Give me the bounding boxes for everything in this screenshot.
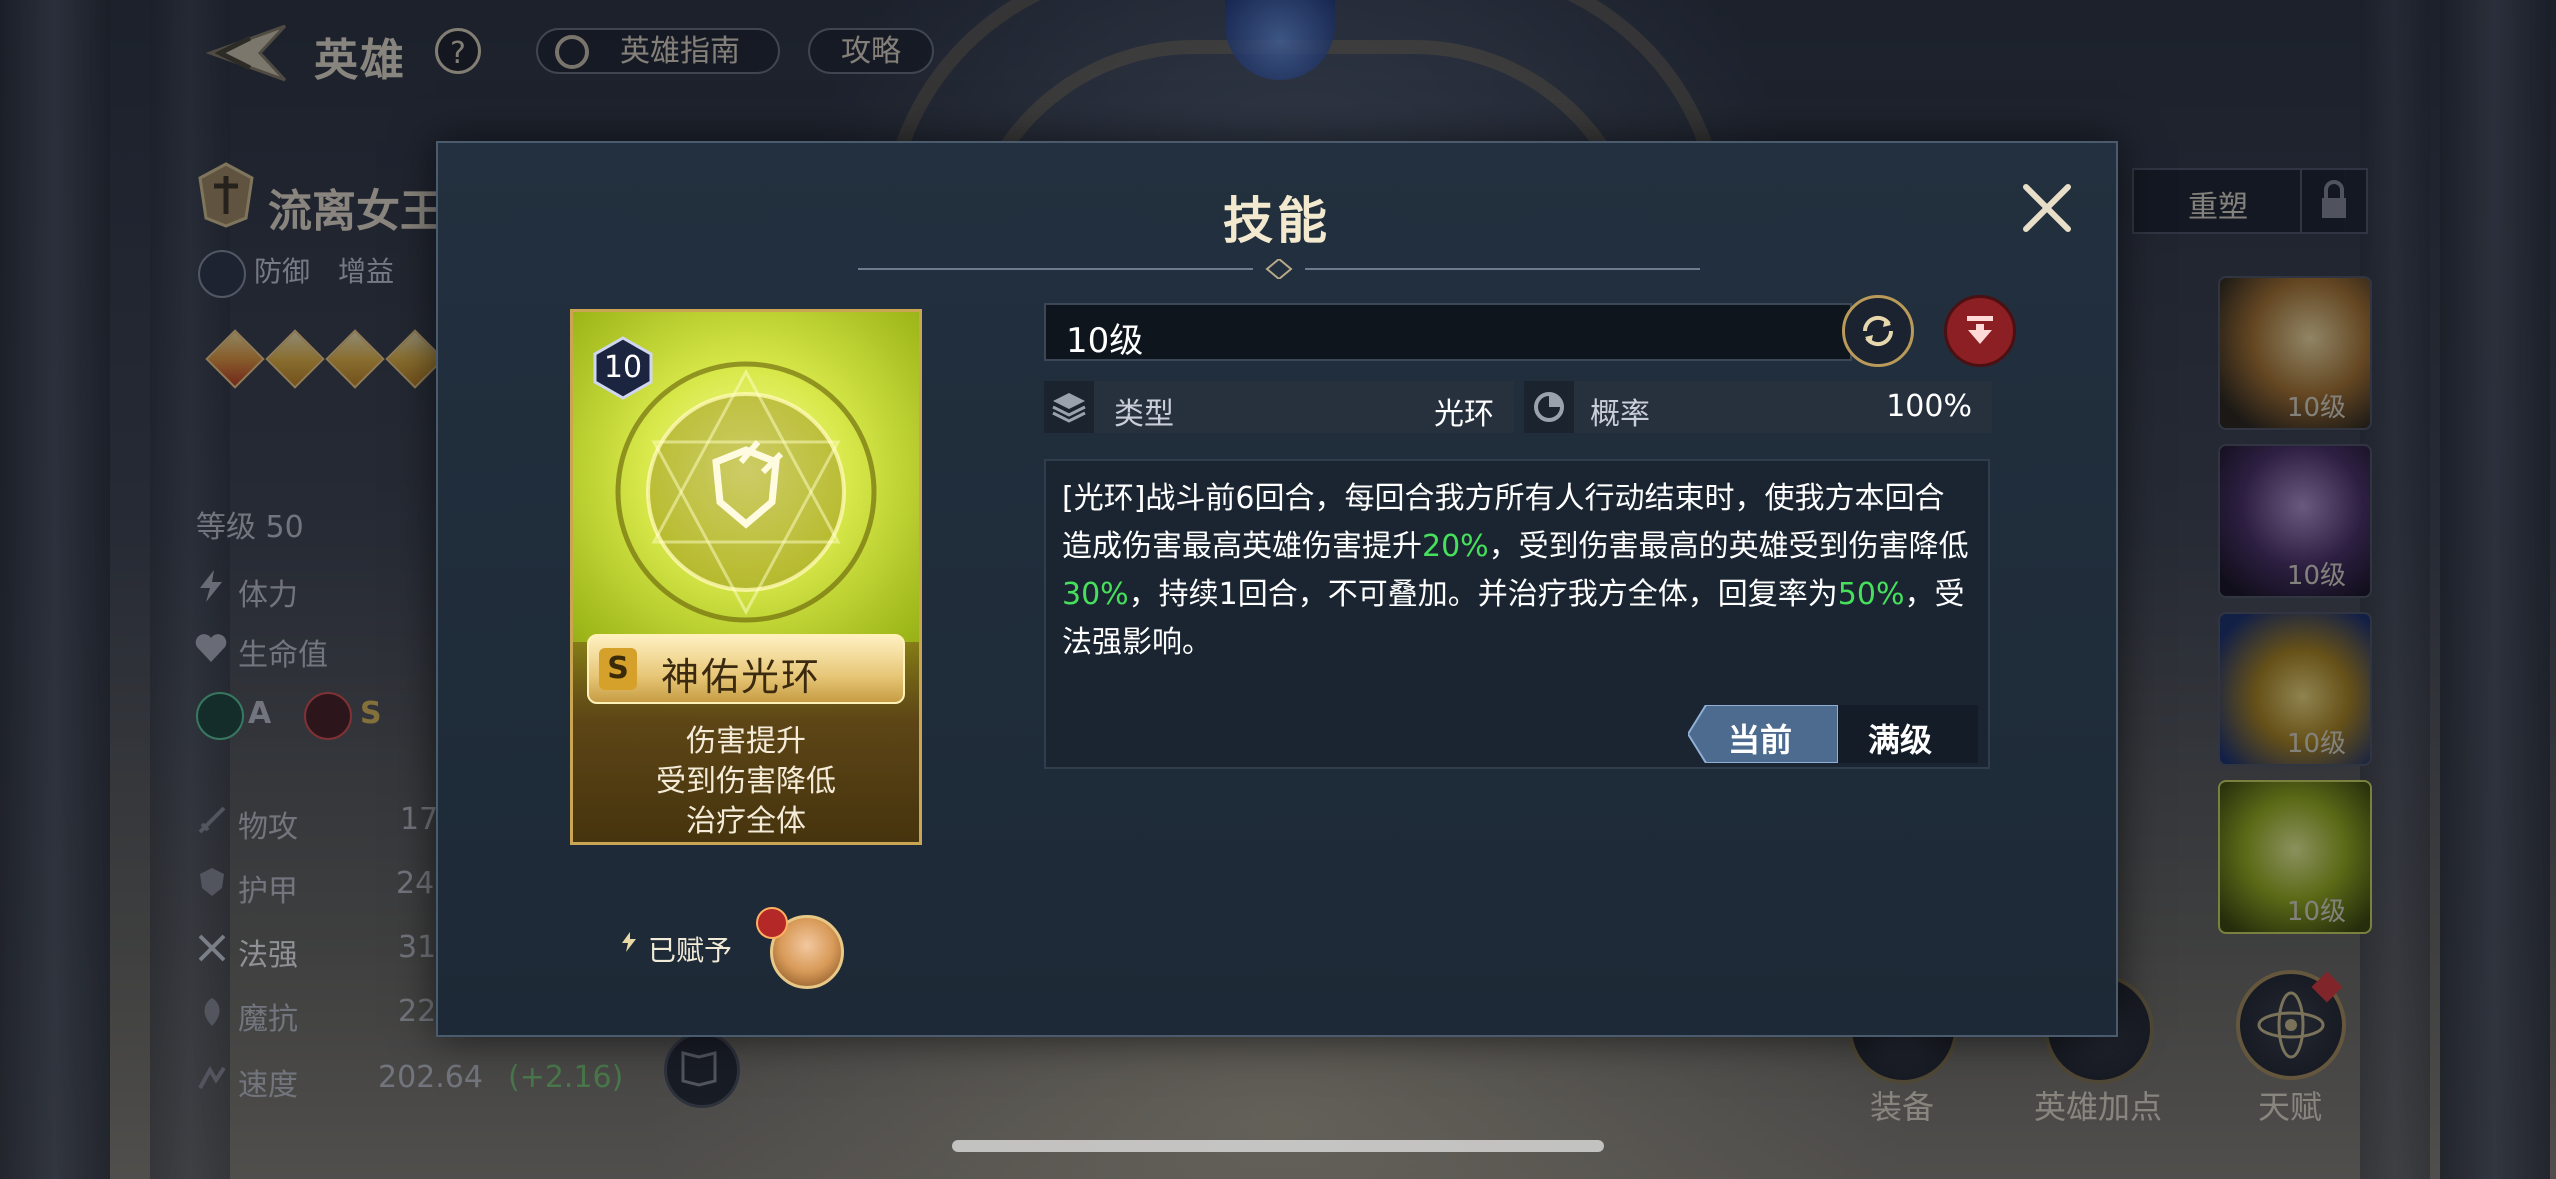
desc-value-heal-rate: 50% [1837,577,1905,612]
type-value: 光环 [1434,397,1494,432]
title-divider [858,257,1700,281]
desc-value-damage-reduction: 30% [1062,577,1129,612]
card-name-plate: S 神佑光环 [587,634,905,704]
layers-icon [1044,381,1094,433]
skill-level-value: 10级 [1066,321,1144,361]
card-effect-2: 受到伤害降低 [656,764,836,799]
downgrade-button[interactable] [1944,295,2016,367]
home-indicator[interactable] [952,1140,1604,1152]
skill-description: [光环]战斗前6回合，每回合我方所有人行动结束时，使我方本回合造成伤害最高英雄伤… [1062,475,1974,667]
desc-text-3: ，持续1回合，不可叠加。并治疗我方全体，回复率为 [1128,577,1838,612]
tab-max-level[interactable]: 满级 [1838,705,1978,763]
chance-cell: 概率 100% [1524,381,1992,433]
card-level: 10 [603,350,643,385]
skill-card: 10 S 神佑光环 伤害提升 受到伤害降低 治疗全体 [570,309,922,845]
card-effect-1: 伤害提升 [686,724,806,759]
close-button[interactable] [2012,173,2082,243]
tab-max-label: 满级 [1868,721,1933,759]
close-icon [2023,184,2071,232]
level-bar: 10级 [1044,303,1852,361]
chance-value: 100% [1886,389,1972,424]
desc-text-2: ，受到伤害最高的英雄受到伤害降低 [1488,529,1969,564]
card-level-badge: 10 [591,336,655,400]
assigned-label: 已赋予 [648,934,733,967]
pie-icon [1524,381,1574,433]
card-skill-name: 神佑光环 [661,655,822,699]
skill-modal: 技能 10 S 神佑光环 伤害提升 受到伤害降低 治疗全体 已赋予 10级 类型… [436,141,2118,1037]
refresh-icon [1862,315,1894,347]
refresh-button[interactable] [1842,295,1914,367]
tab-current-label: 当前 [1728,721,1793,759]
chance-label: 概率 [1590,397,1650,432]
grade-s-icon: S [599,648,637,690]
skill-description-box: [光环]战斗前6回合，每回合我方所有人行动结束时，使我方本回合造成伤害最高英雄伤… [1044,459,1990,769]
assigned-icon [620,931,638,953]
type-label: 类型 [1114,397,1174,432]
modal-title: 技能 [1223,192,1331,250]
desc-value-damage-boost: 20% [1422,529,1489,564]
arrow-down-icon [1967,316,1993,344]
type-cell: 类型 光环 [1044,381,1514,433]
tab-current[interactable]: 当前 [1688,705,1838,763]
fire-element-icon [756,907,788,939]
card-effect-3: 治疗全体 [686,804,806,839]
